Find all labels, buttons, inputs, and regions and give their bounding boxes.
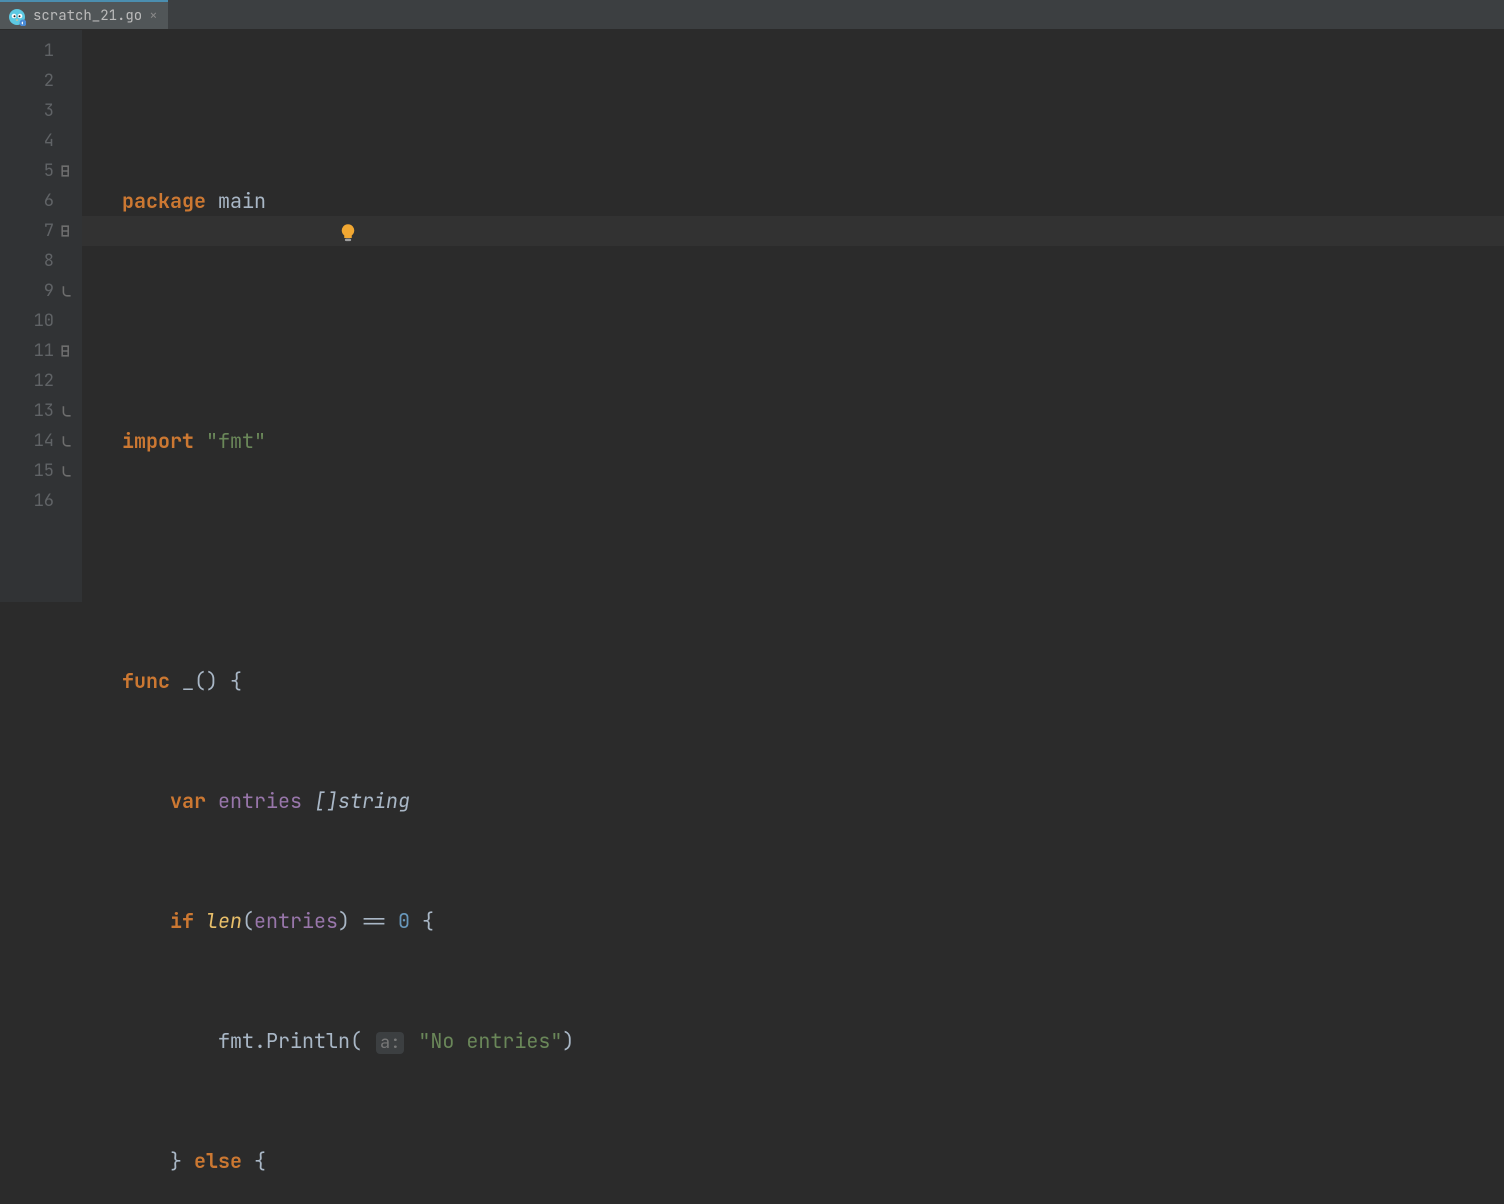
fold-end-icon[interactable] <box>60 434 74 448</box>
line-number[interactable]: 6 <box>0 186 54 216</box>
line-number[interactable]: 3 <box>0 96 54 126</box>
fold-end-icon[interactable] <box>60 404 74 418</box>
punctuation: } <box>170 1148 194 1174</box>
code-line: var entries []string <box>122 786 1504 816</box>
string-literal: "fmt" <box>206 428 266 454</box>
line-number[interactable]: 5 <box>0 156 54 186</box>
punctuation: ) <box>562 1028 574 1054</box>
fold-toggle-icon[interactable] <box>60 164 74 178</box>
punctuation: () { <box>194 668 242 694</box>
keyword: else <box>194 1148 242 1174</box>
editor: 1 2 3 4 5 6 7 8 9 10 11 12 13 14 15 16 <box>0 30 1504 602</box>
code-line: fmt.Println( a: "No entries") <box>122 1026 1504 1056</box>
fold-end-icon[interactable] <box>60 284 74 298</box>
variable: entries <box>254 908 338 934</box>
fold-toggle-icon[interactable] <box>60 344 74 358</box>
line-number[interactable]: 8 <box>0 246 54 276</box>
fold-end-icon[interactable] <box>60 464 74 478</box>
code-line <box>122 546 1504 576</box>
line-number[interactable]: 11 <box>0 336 54 366</box>
code-line: import "fmt" <box>122 426 1504 456</box>
code-line: package main <box>122 186 1504 216</box>
code-line: if len(entries) == 0 { <box>122 906 1504 936</box>
keyword: if <box>170 908 194 934</box>
line-number[interactable]: 15 <box>0 456 54 486</box>
function-call: len <box>206 908 242 934</box>
parameter-hint: a: <box>376 1032 404 1054</box>
identifier: _ <box>182 668 194 694</box>
keyword: var <box>170 788 206 814</box>
tab-scratch-21-go[interactable]: scratch_21.go × <box>0 0 168 29</box>
keyword: func <box>122 668 170 694</box>
punctuation: { <box>242 1148 266 1174</box>
number-literal: 0 <box>398 908 410 934</box>
line-number[interactable]: 16 <box>0 486 54 516</box>
operator: == <box>362 908 398 934</box>
line-number[interactable]: 4 <box>0 126 54 156</box>
lightbulb-icon[interactable] <box>242 191 262 211</box>
line-number[interactable]: 12 <box>0 366 54 396</box>
punctuation: { <box>410 908 434 934</box>
variable: entries <box>218 788 302 814</box>
identifier: fmt. <box>218 1028 266 1054</box>
line-number[interactable]: 1 <box>0 36 54 66</box>
line-number[interactable]: 2 <box>0 66 54 96</box>
fold-toggle-icon[interactable] <box>60 224 74 238</box>
close-icon[interactable]: × <box>149 1 157 31</box>
go-file-icon <box>8 7 26 25</box>
code-area[interactable]: package main import "fmt" func _() { var… <box>82 30 1504 602</box>
line-number[interactable]: 7 <box>0 216 54 246</box>
gutter: 1 2 3 4 5 6 7 8 9 10 11 12 13 14 15 16 <box>0 30 82 602</box>
line-number[interactable]: 9 <box>0 276 54 306</box>
code-line <box>122 306 1504 336</box>
code-line: } else { <box>122 1146 1504 1176</box>
line-number[interactable]: 14 <box>0 426 54 456</box>
function-call: Println <box>266 1028 350 1054</box>
keyword: package <box>122 188 206 214</box>
tab-bar: scratch_21.go × <box>0 0 1504 30</box>
string-literal: "No entries" <box>418 1028 562 1054</box>
code-line: func _() { <box>122 666 1504 696</box>
keyword: import <box>122 428 194 454</box>
line-number[interactable]: 13 <box>0 396 54 426</box>
type: []string <box>314 788 410 814</box>
line-number[interactable]: 10 <box>0 306 54 336</box>
tab-filename: scratch_21.go <box>33 1 142 31</box>
